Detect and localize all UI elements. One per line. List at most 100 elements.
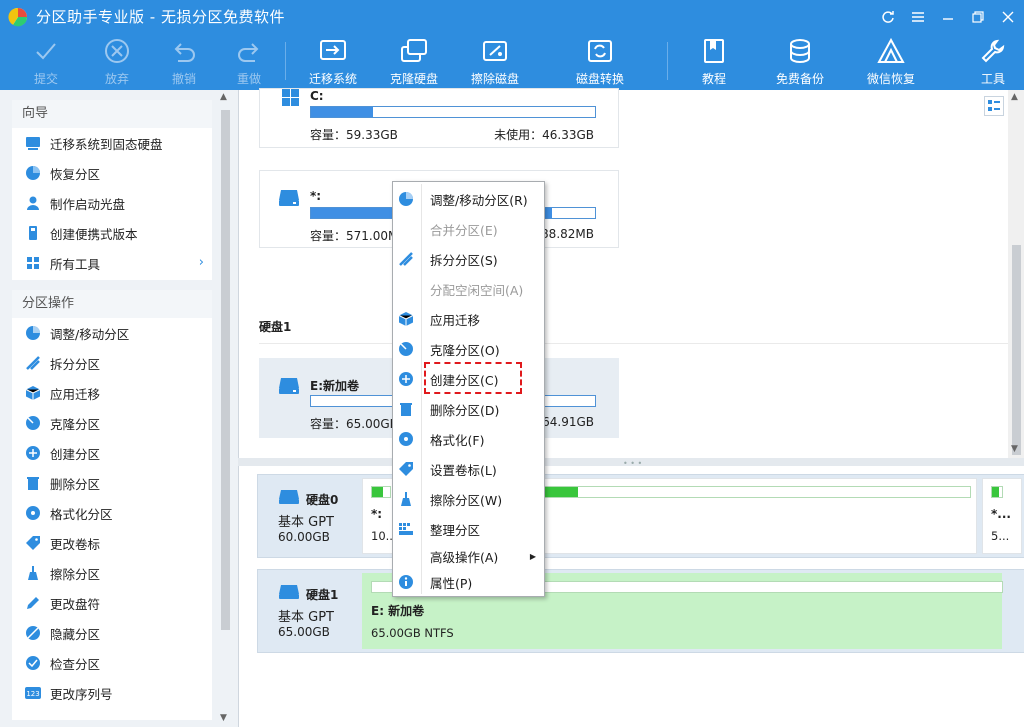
partition-label: E: 新加卷 xyxy=(371,604,425,618)
sidebar-item-create[interactable]: 创建分区 xyxy=(12,438,212,468)
wipe-disk-icon xyxy=(480,36,510,66)
redo-icon xyxy=(234,36,264,66)
disk-icon xyxy=(279,585,299,599)
sidebar-item-serial[interactable]: 123 更改序列号 xyxy=(12,678,212,708)
undo-button[interactable]: 撤销 xyxy=(168,36,200,88)
sidebar-item-split[interactable]: 拆分分区 xyxy=(12,348,212,378)
main-scroll-thumb[interactable] xyxy=(1012,245,1021,455)
format-icon xyxy=(397,430,415,448)
convert-disk-icon xyxy=(585,36,615,66)
sidebar-item-delete[interactable]: 删除分区 xyxy=(12,468,212,498)
view-toggle-icon[interactable] xyxy=(984,96,1004,116)
clone-disk-button[interactable]: 克隆硬盘 xyxy=(387,36,441,88)
disk-row-1[interactable]: 硬盘1 基本 GPT 65.00GB E: 新加卷 65.00GB NTFS xyxy=(257,569,1024,653)
menu-item-resize-move[interactable]: 调整/移动分区(R) xyxy=(393,184,544,214)
mini-usage-bar xyxy=(371,486,391,498)
main-scrollbar[interactable]: ▲ ▼ xyxy=(1008,90,1024,458)
wipe-disk-button[interactable]: 擦除磁盘 xyxy=(468,36,522,88)
tag-icon xyxy=(24,534,42,552)
partition-name: C: xyxy=(310,89,324,103)
info-icon xyxy=(397,573,415,591)
scroll-down-icon[interactable]: ▼ xyxy=(220,713,227,723)
title-bar: 分区助手专业版 - 无损分区免费软件 提交 放弃 撤销 重做 迁移系统 克隆硬盘 xyxy=(0,0,1024,90)
sidebar-item-wipe[interactable]: 擦除分区 xyxy=(12,558,212,588)
split-icon xyxy=(24,354,42,372)
menu-item-wipe[interactable]: 擦除分区(W) xyxy=(393,484,544,514)
wechat-recover-button[interactable]: 微信恢复 xyxy=(864,36,918,88)
usage-bar-fill xyxy=(311,107,374,117)
scroll-up-icon[interactable]: ▲ xyxy=(220,92,227,102)
sidebar-item-boot-disc[interactable]: 制作启动光盘 xyxy=(12,188,212,218)
convert-disk-button[interactable]: 磁盘转换 xyxy=(573,36,627,88)
window-title: 分区助手专业版 - 无损分区免费软件 xyxy=(36,8,285,26)
clone-disk-icon xyxy=(399,36,429,66)
restore-icon[interactable] xyxy=(966,6,990,28)
grid-icon xyxy=(24,254,42,272)
disk-name: 硬盘0 xyxy=(306,493,339,507)
create-icon xyxy=(24,444,42,462)
free-backup-button[interactable]: 免费备份 xyxy=(773,36,827,88)
menu-item-format[interactable]: 格式化(F) xyxy=(393,424,544,454)
tools-button[interactable]: 工具 xyxy=(978,36,1008,88)
resize-icon xyxy=(397,190,415,208)
scroll-down-icon[interactable]: ▼ xyxy=(1011,444,1018,454)
tutorial-button[interactable]: 教程 xyxy=(698,36,730,88)
sidebar-item-app-migrate[interactable]: 应用迁移 xyxy=(12,378,212,408)
clone-icon xyxy=(24,414,42,432)
sidebar-item-all-tools[interactable]: 所有工具 › xyxy=(12,248,212,278)
scroll-up-icon[interactable]: ▲ xyxy=(1011,92,1018,102)
format-icon xyxy=(24,504,42,522)
disk-size: 60.00GB xyxy=(278,530,330,544)
sidebar-scroll-thumb[interactable] xyxy=(221,110,230,630)
usb-icon xyxy=(24,224,42,242)
disk0-partition-end[interactable]: *... 5... xyxy=(982,478,1022,554)
menu-item-clone[interactable]: 克隆分区(O) xyxy=(393,334,544,364)
partition-free: 88.82MB xyxy=(541,227,594,241)
submit-button[interactable]: 提交 xyxy=(30,36,62,88)
sidebar-item-resize[interactable]: 调整/移动分区 xyxy=(12,318,212,348)
sidebar-item-recover-partition[interactable]: 恢复分区 xyxy=(12,158,212,188)
menu-item-app-migrate[interactable]: 应用迁移 xyxy=(393,304,544,334)
hide-icon xyxy=(24,624,42,642)
mini-usage-fill xyxy=(544,487,579,497)
sidebar-item-label[interactable]: 更改卷标 xyxy=(12,528,212,558)
partition-capacity: 容量：65.00GB xyxy=(310,417,398,431)
minimize-icon[interactable] xyxy=(936,6,960,28)
pencil-icon xyxy=(24,594,42,612)
disk-row-0[interactable]: 硬盘0 基本 GPT 60.00GB *: 10... *... 5... xyxy=(257,474,1024,558)
sidebar-scrollbar[interactable]: ▲ ▼ xyxy=(217,90,233,727)
wechat-recover-icon xyxy=(876,36,906,66)
menu-item-split[interactable]: 拆分分区(S) xyxy=(393,244,544,274)
sidebar-item-migrate-ssd[interactable]: 迁移系统到固态硬盘 xyxy=(12,128,212,158)
refresh-icon[interactable] xyxy=(876,6,900,28)
migrate-icon xyxy=(24,134,42,152)
redo-button[interactable]: 重做 xyxy=(233,36,265,88)
toolbar-separator xyxy=(285,42,286,80)
wrench-icon xyxy=(978,36,1008,66)
defrag-icon xyxy=(397,520,415,538)
windows-icon xyxy=(282,89,299,106)
sidebar-item-check[interactable]: 检查分区 xyxy=(12,648,212,678)
wizard-panel: 向导 迁移系统到固态硬盘 恢复分区 制作启动光盘 创建便携式版本 所有工具 › xyxy=(12,100,212,280)
close-icon[interactable] xyxy=(996,6,1020,28)
pane-splitter[interactable]: • • • xyxy=(238,458,1024,468)
sidebar-item-format[interactable]: 格式化分区 xyxy=(12,498,212,528)
migrate-os-button[interactable]: 迁移系统 xyxy=(306,36,360,88)
partition-label: *: xyxy=(371,507,383,521)
discard-button[interactable]: 放弃 xyxy=(101,36,133,88)
sidebar-item-clone[interactable]: 克隆分区 xyxy=(12,408,212,438)
menu-item-defrag[interactable]: 整理分区 xyxy=(393,514,544,544)
svg-text:123: 123 xyxy=(26,690,39,698)
sidebar-item-portable[interactable]: 创建便携式版本 xyxy=(12,218,212,248)
menu-item-set-label[interactable]: 设置卷标(L) xyxy=(393,454,544,484)
sidebar-item-hide[interactable]: 隐藏分区 xyxy=(12,618,212,648)
menu-icon[interactable] xyxy=(906,6,930,28)
partition-capacity: 容量：59.33GB xyxy=(310,128,398,142)
app-logo-icon xyxy=(8,7,28,27)
partition-card-c[interactable]: C: 容量：59.33GB 未使用：46.33GB xyxy=(259,88,619,148)
menu-item-delete[interactable]: 删除分区(D) xyxy=(393,394,544,424)
cube-icon xyxy=(24,384,42,402)
sidebar-item-drive-letter[interactable]: 更改盘符 xyxy=(12,588,212,618)
trash-icon xyxy=(397,400,415,418)
menu-item-properties[interactable]: 属性(P) xyxy=(393,567,544,597)
